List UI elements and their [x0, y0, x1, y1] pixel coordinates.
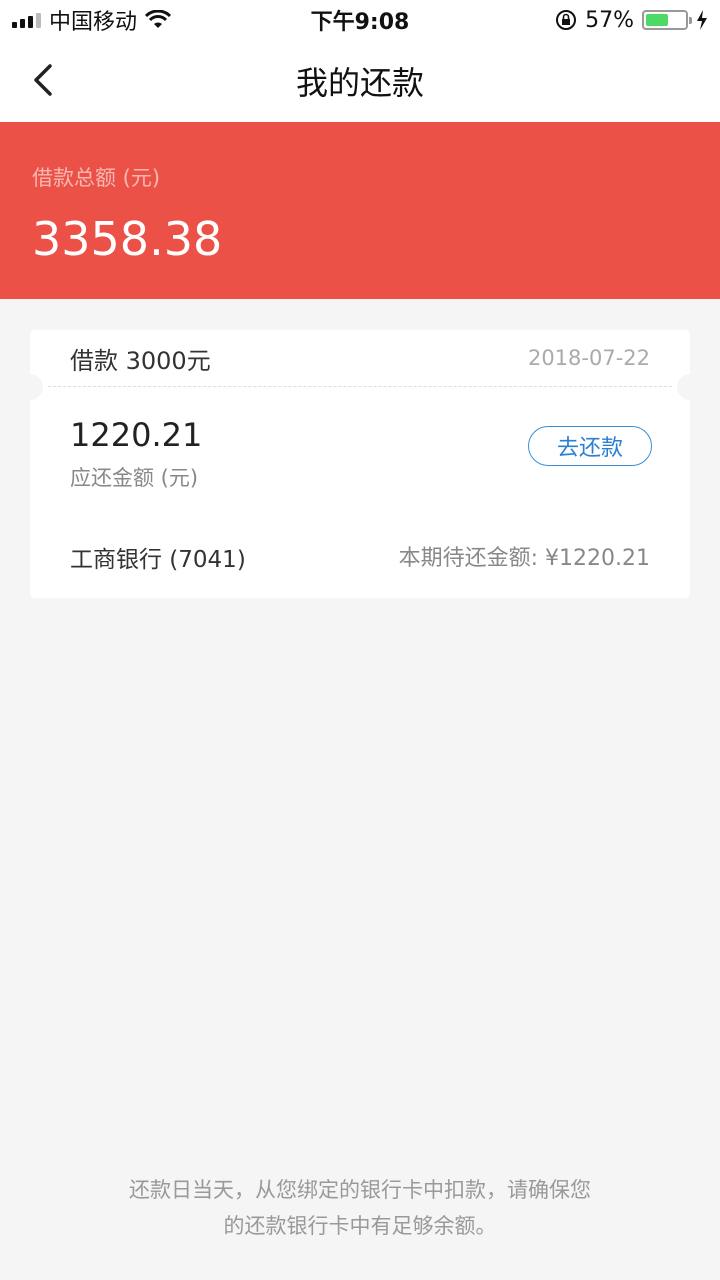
due-amount: 1220.21 [70, 416, 203, 454]
notice-line-1: 还款日当天，从您绑定的银行卡中扣款，请确保您 [129, 1178, 591, 1202]
page-title: 我的还款 [295, 64, 424, 102]
carrier-label: 中国移动 [49, 10, 138, 35]
repay-button[interactable]: 去还款 [528, 426, 652, 466]
card-notch-right [677, 374, 703, 400]
nav-bar: 我的还款 [0, 40, 720, 122]
rotation-lock-icon [556, 10, 577, 30]
battery-area: 57% [468, 8, 708, 33]
loan-date: 2018-07-22 [527, 346, 650, 370]
status-bar: 中国移动 下午9:08 57% [0, 0, 720, 40]
loan-summary: 借款总额 (元) 3358.38 [0, 122, 720, 299]
charging-icon [697, 10, 707, 30]
card-notch-left [17, 374, 43, 400]
battery-icon [642, 10, 692, 30]
carrier-area: 中国移动 [12, 4, 252, 36]
back-button[interactable] [26, 60, 66, 100]
wifi-icon [145, 10, 172, 28]
due-amount-label: 应还金额 (元) [70, 466, 199, 490]
notice-line-2: 的还款银行卡中有足够余额。 [223, 1214, 497, 1238]
total-loan-label: 借款总额 (元) [32, 166, 161, 190]
loan-card-header: 借款 3000元 2018-07-22 [30, 330, 690, 386]
signal-icon [12, 12, 41, 28]
total-loan-amount: 3358.38 [32, 212, 223, 266]
repayment-notice: 还款日当天，从您绑定的银行卡中扣款，请确保您 的还款银行卡中有足够余额。 [0, 1172, 720, 1244]
loan-card: 借款 3000元 2018-07-22 1220.21 应还金额 (元) 去还款… [17, 330, 703, 598]
card-divider [48, 386, 672, 387]
period-due-amount: 本期待还金额: ¥1220.21 [398, 546, 650, 571]
bank-card: 工商银行 (7041) [70, 547, 246, 573]
loan-principal: 借款 3000元 [70, 346, 211, 375]
battery-percent: 57% [585, 7, 634, 33]
chevron-left-icon [34, 64, 52, 96]
clock: 下午9:08 [310, 10, 410, 35]
